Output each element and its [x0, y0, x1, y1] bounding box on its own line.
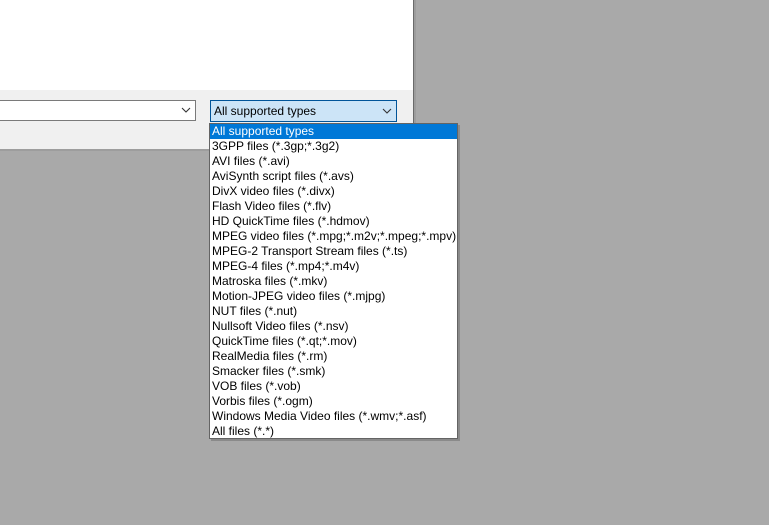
file-name-combobox[interactable]	[0, 100, 196, 121]
dropdown-option[interactable]: MPEG-4 files (*.mp4;*.m4v)	[210, 259, 457, 274]
file-type-combobox[interactable]: All supported types	[210, 100, 397, 122]
dropdown-option[interactable]: DivX video files (*.divx)	[210, 184, 457, 199]
dropdown-option[interactable]: Nullsoft Video files (*.nsv)	[210, 319, 457, 334]
dropdown-option[interactable]: Flash Video files (*.flv)	[210, 199, 457, 214]
dropdown-option[interactable]: MPEG video files (*.mpg;*.m2v;*.mpeg;*.m…	[210, 229, 457, 244]
dropdown-option[interactable]: VOB files (*.vob)	[210, 379, 457, 394]
file-type-value: All supported types	[214, 104, 317, 118]
chevron-down-icon[interactable]	[382, 106, 392, 116]
dropdown-option[interactable]: NUT files (*.nut)	[210, 304, 457, 319]
dialog-content-area	[0, 0, 413, 90]
dropdown-option[interactable]: Vorbis files (*.ogm)	[210, 394, 457, 409]
dropdown-option[interactable]: Matroska files (*.mkv)	[210, 274, 457, 289]
dropdown-option[interactable]: AVI files (*.avi)	[210, 154, 457, 169]
dropdown-option[interactable]: AviSynth script files (*.avs)	[210, 169, 457, 184]
chevron-down-icon[interactable]	[181, 105, 191, 115]
desktop-background: All supported types All supported types …	[0, 0, 769, 525]
dropdown-option[interactable]: Motion-JPEG video files (*.mjpg)	[210, 289, 457, 304]
file-type-dropdown-list: All supported types 3GPP files (*.3gp;*.…	[209, 123, 458, 439]
dropdown-option[interactable]: Smacker files (*.smk)	[210, 364, 457, 379]
dropdown-option[interactable]: MPEG-2 Transport Stream files (*.ts)	[210, 244, 457, 259]
dropdown-option[interactable]: 3GPP files (*.3gp;*.3g2)	[210, 139, 457, 154]
dropdown-option[interactable]: HD QuickTime files (*.hdmov)	[210, 214, 457, 229]
dropdown-option[interactable]: Windows Media Video files (*.wmv;*.asf)	[210, 409, 457, 424]
dropdown-option[interactable]: All files (*.*)	[210, 424, 457, 439]
dropdown-option[interactable]: QuickTime files (*.qt;*.mov)	[210, 334, 457, 349]
dropdown-option-selected[interactable]: All supported types	[210, 124, 457, 139]
dropdown-option[interactable]: RealMedia files (*.rm)	[210, 349, 457, 364]
